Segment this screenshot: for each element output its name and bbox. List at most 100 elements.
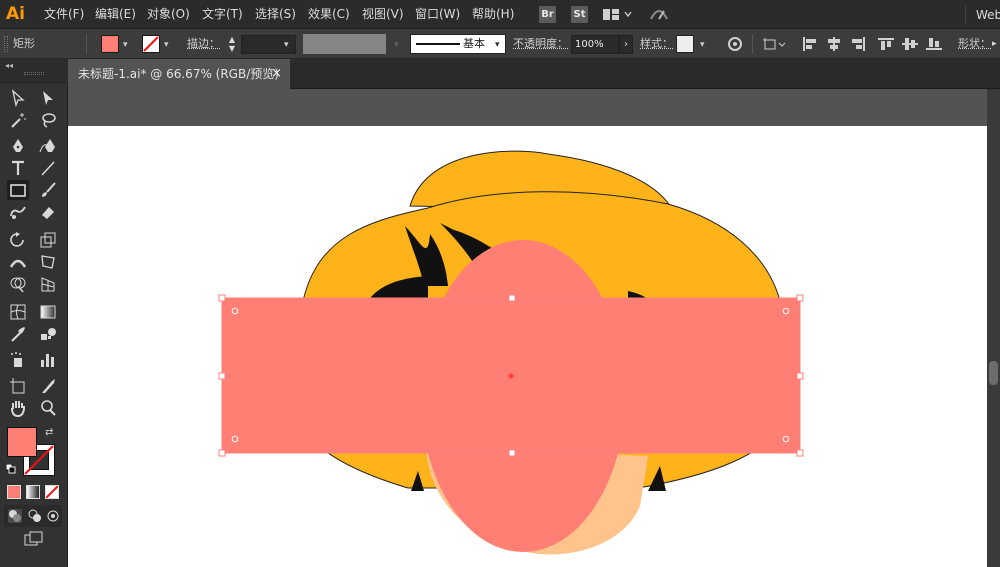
zoom-tool-icon: [41, 400, 56, 416]
zoom-tool[interactable]: [37, 398, 59, 418]
color-wheel-icon: [728, 37, 742, 51]
column-graph-tool[interactable]: [37, 350, 59, 370]
symbol-sprayer-tool[interactable]: [7, 350, 29, 370]
pen-tool[interactable]: [7, 136, 29, 156]
screen-mode-button[interactable]: [24, 531, 44, 547]
curvature-tool[interactable]: [37, 136, 59, 156]
scale-tool-icon: [40, 232, 56, 248]
artboard[interactable]: [68, 126, 987, 567]
magic-wand-tool[interactable]: [7, 110, 29, 130]
shaper-tool[interactable]: [7, 202, 29, 222]
eraser-tool[interactable]: [37, 202, 59, 222]
arrange-documents-button[interactable]: [602, 6, 634, 23]
draw-mode-icons[interactable]: [4, 505, 62, 527]
line-segment-tool[interactable]: [37, 158, 59, 178]
chevron-down-icon[interactable]: ▾: [164, 39, 169, 51]
width-tool[interactable]: [7, 252, 29, 272]
menu-window[interactable]: 窗口(W): [415, 6, 460, 23]
chevron-down-icon[interactable]: ▾: [123, 39, 128, 51]
direct-selection-tool[interactable]: [37, 88, 59, 108]
collapse-panel-icon[interactable]: ◂◂: [5, 61, 13, 70]
shape-options-button[interactable]: ▸: [992, 38, 1000, 50]
align-left-button[interactable]: [802, 37, 818, 51]
perspective-grid-tool[interactable]: [37, 274, 59, 294]
opacity-label[interactable]: 不透明度：: [513, 36, 568, 52]
brush-definition[interactable]: 基本: [410, 34, 506, 54]
default-fill-stroke-button[interactable]: [5, 463, 16, 474]
rotate-tool[interactable]: [7, 230, 29, 250]
rectangle-tool[interactable]: [7, 180, 29, 200]
gpu-performance-button[interactable]: [648, 5, 670, 24]
lasso-tool[interactable]: [37, 110, 59, 130]
gradient-tool-icon: [40, 305, 56, 319]
screen-mode-icon: [24, 531, 43, 546]
hand-tool[interactable]: [7, 398, 29, 418]
document-tab[interactable]: 未标题-1.ai* @ 66.67% (RGB/预览) ×: [68, 59, 290, 89]
document-tab-bar: 未标题-1.ai* @ 66.67% (RGB/预览) ×: [68, 59, 1000, 89]
opacity-expand-button[interactable]: ›: [619, 35, 633, 54]
stroke-color-swatch[interactable]: [142, 35, 160, 53]
scrollbar-thumb[interactable]: [989, 361, 998, 385]
tools-panel-header[interactable]: ◂◂: [0, 59, 68, 83]
chevron-down-icon[interactable]: ▾: [495, 39, 500, 51]
slice-tool[interactable]: [37, 376, 59, 396]
menu-object[interactable]: 对象(O): [147, 6, 190, 23]
paintbrush-tool[interactable]: [37, 180, 59, 200]
close-icon[interactable]: ×: [271, 59, 282, 89]
menu-edit[interactable]: 编辑(E): [95, 6, 136, 23]
color-mode-button[interactable]: [7, 485, 21, 499]
arrange-documents-icon: [603, 9, 632, 20]
type-tool[interactable]: [7, 158, 29, 178]
chevron-down-icon[interactable]: ▾: [700, 39, 705, 51]
variable-width-profile[interactable]: [303, 34, 386, 54]
align-center-button[interactable]: [826, 37, 842, 51]
recolor-artwork-button[interactable]: [727, 37, 743, 51]
menu-effect[interactable]: 效果(C): [308, 6, 350, 23]
stroke-label[interactable]: 描边：: [187, 36, 220, 52]
align-middle-button[interactable]: [902, 37, 918, 51]
panel-grip[interactable]: [4, 36, 8, 52]
artboard-tool[interactable]: [7, 376, 29, 396]
selection-tool[interactable]: [7, 88, 29, 108]
stock-button[interactable]: St: [571, 6, 588, 23]
menu-file[interactable]: 文件(F): [44, 6, 84, 23]
align-right-button[interactable]: [850, 37, 866, 51]
mesh-tool[interactable]: [7, 302, 29, 322]
shape-label[interactable]: 形状：: [958, 36, 991, 52]
illustrator-window: Ai 文件(F) 编辑(E) 对象(O) 文字(T) 选择(S) 效果(C) 视…: [0, 0, 1000, 567]
stroke-weight-stepper[interactable]: ▲ ▼: [225, 35, 239, 54]
none-mode-button[interactable]: [45, 485, 59, 499]
menu-select[interactable]: 选择(S): [255, 6, 296, 23]
fill-indicator[interactable]: [7, 427, 37, 457]
bridge-button[interactable]: Br: [539, 6, 556, 23]
align-top-button[interactable]: [878, 37, 894, 51]
panel-grip[interactable]: [24, 72, 44, 75]
eyedropper-tool[interactable]: [7, 324, 29, 344]
align-bottom-button[interactable]: [926, 37, 942, 51]
menu-view[interactable]: 视图(V): [362, 6, 404, 23]
canvas-area[interactable]: [68, 89, 1000, 567]
gradient-tool[interactable]: [37, 302, 59, 322]
style-label[interactable]: 样式：: [640, 36, 673, 52]
chevron-down-icon[interactable]: ▾: [394, 39, 399, 51]
blend-tool[interactable]: [37, 324, 59, 344]
selection-tool-icon: [11, 89, 25, 107]
graphic-style-swatch[interactable]: [676, 35, 694, 53]
transform-menu-button[interactable]: [763, 37, 787, 51]
scale-tool[interactable]: [37, 230, 59, 250]
tools-panel: ◂◂ ⇄: [0, 59, 68, 567]
opacity-field[interactable]: 100%: [571, 35, 619, 54]
shape-builder-tool[interactable]: [7, 274, 29, 294]
menu-type[interactable]: 文字(T): [202, 6, 243, 23]
swap-fill-stroke-icon[interactable]: ⇄: [45, 427, 57, 439]
vertical-scrollbar[interactable]: [987, 89, 1000, 567]
menu-help[interactable]: 帮助(H): [472, 6, 514, 23]
align-bottom-icon: [926, 38, 942, 50]
fill-color-swatch[interactable]: [101, 35, 119, 53]
chevron-down-icon[interactable]: ▾: [284, 39, 289, 51]
workspace-switcher[interactable]: Web: [965, 6, 1000, 24]
free-transform-tool[interactable]: [37, 252, 59, 272]
gradient-mode-button[interactable]: [26, 485, 40, 499]
default-colors-icon: [5, 463, 16, 474]
document-tab-title: 未标题-1.ai* @ 66.67% (RGB/预览): [78, 67, 279, 81]
